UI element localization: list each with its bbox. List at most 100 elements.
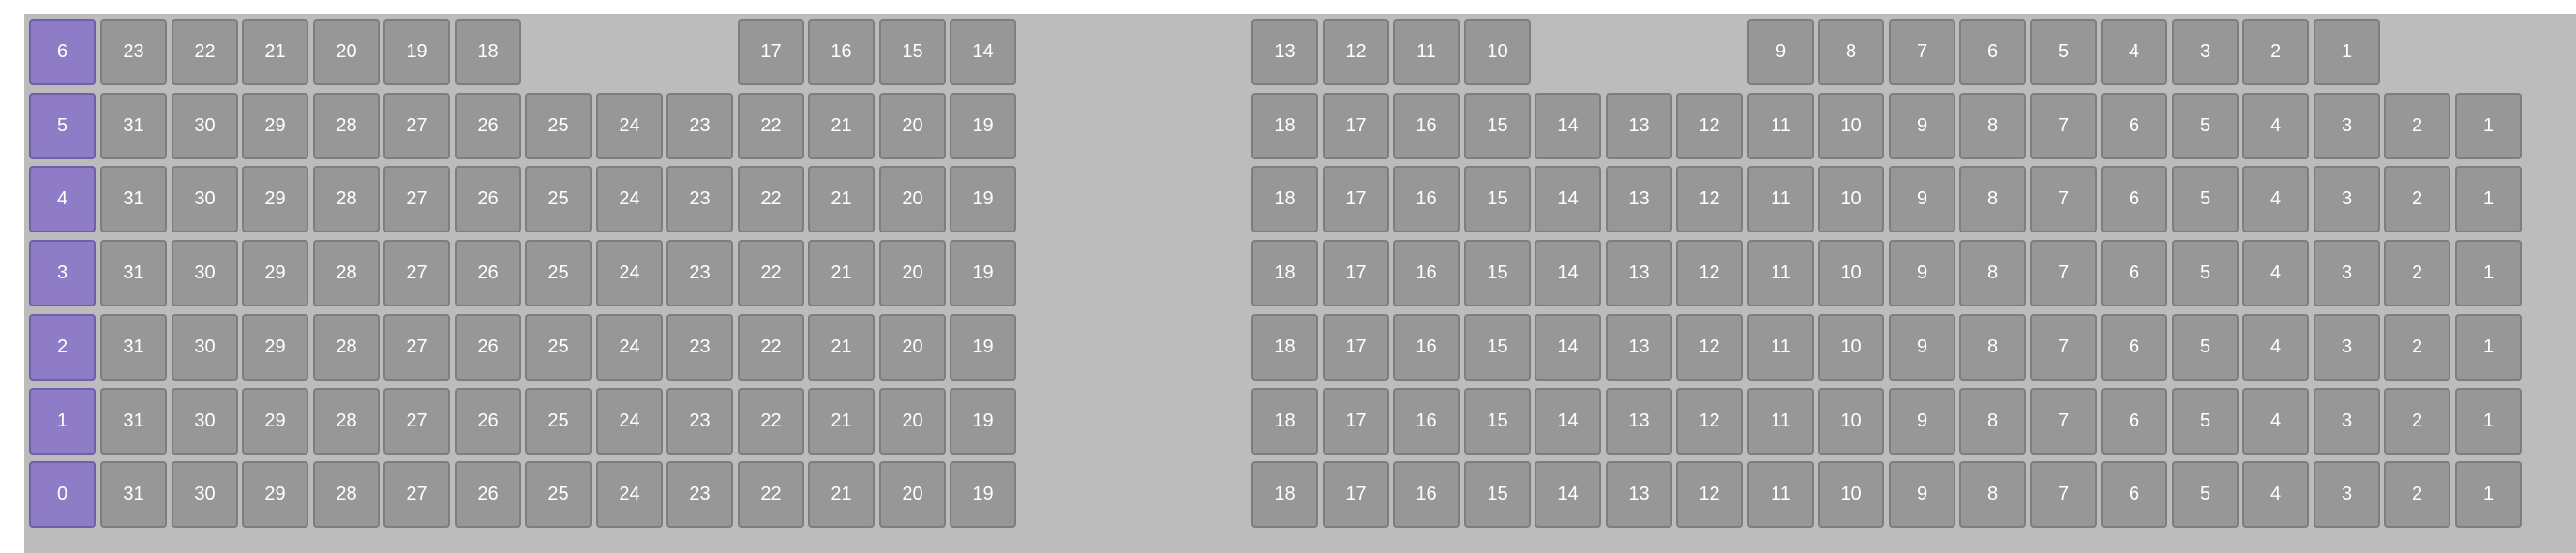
seat-cell[interactable]: 30	[172, 461, 238, 528]
seat-cell[interactable]: 25	[525, 314, 592, 381]
seat-cell[interactable]: 2	[2384, 388, 2450, 455]
seat-cell[interactable]: 8	[1959, 461, 2026, 528]
seat-cell[interactable]: 6	[2101, 240, 2167, 306]
seat-cell[interactable]: 18	[1251, 461, 1318, 528]
seat-cell[interactable]: 1	[2314, 19, 2380, 85]
seat-cell[interactable]: 5	[2030, 19, 2097, 85]
seat-cell[interactable]: 10	[1464, 19, 1531, 85]
seat-cell[interactable]: 19	[950, 93, 1016, 159]
seat-cell[interactable]: 27	[383, 314, 450, 381]
seat-cell[interactable]: 23	[666, 314, 733, 381]
seat-cell[interactable]: 18	[1251, 240, 1318, 306]
seat-cell[interactable]: 20	[879, 166, 946, 232]
seat-cell[interactable]: 14	[950, 19, 1016, 85]
seat-cell[interactable]: 9	[1747, 19, 1814, 85]
row-label-6[interactable]: 6	[29, 19, 96, 85]
seat-cell[interactable]: 13	[1606, 314, 1672, 381]
seat-cell[interactable]: 9	[1889, 388, 1955, 455]
seat-cell[interactable]: 12	[1676, 240, 1743, 306]
seat-cell[interactable]: 29	[242, 240, 308, 306]
seat-cell[interactable]: 2	[2384, 93, 2450, 159]
seat-cell[interactable]: 30	[172, 388, 238, 455]
seat-cell[interactable]: 13	[1251, 19, 1318, 85]
seat-cell[interactable]: 9	[1889, 314, 1955, 381]
seat-cell[interactable]: 26	[455, 93, 521, 159]
row-label-5[interactable]: 5	[29, 93, 96, 159]
seat-cell[interactable]: 5	[2172, 388, 2239, 455]
seat-cell[interactable]: 24	[596, 166, 663, 232]
seat-cell[interactable]: 17	[1323, 461, 1389, 528]
seat-cell[interactable]: 22	[738, 388, 804, 455]
seat-cell[interactable]: 25	[525, 93, 592, 159]
seat-cell[interactable]: 17	[1323, 388, 1389, 455]
seat-cell[interactable]: 31	[100, 166, 167, 232]
seat-cell[interactable]: 19	[950, 240, 1016, 306]
seat-cell[interactable]: 22	[738, 461, 804, 528]
seat-cell[interactable]: 7	[2030, 461, 2097, 528]
seat-cell[interactable]: 6	[2101, 461, 2167, 528]
seat-cell[interactable]: 18	[455, 19, 521, 85]
seat-cell[interactable]: 3	[2314, 388, 2380, 455]
seat-cell[interactable]: 1	[2455, 93, 2522, 159]
row-label-0[interactable]: 0	[29, 461, 96, 528]
seat-cell[interactable]: 4	[2101, 19, 2167, 85]
seat-cell[interactable]: 4	[2242, 166, 2309, 232]
seat-cell[interactable]: 4	[2242, 240, 2309, 306]
seat-cell[interactable]: 14	[1535, 240, 1601, 306]
seat-cell[interactable]: 20	[879, 388, 946, 455]
seat-cell[interactable]: 31	[100, 388, 167, 455]
seat-cell[interactable]: 28	[313, 166, 380, 232]
seat-cell[interactable]: 30	[172, 240, 238, 306]
seat-cell[interactable]: 9	[1889, 166, 1955, 232]
seat-cell[interactable]: 2	[2384, 166, 2450, 232]
seat-cell[interactable]: 28	[313, 314, 380, 381]
seat-cell[interactable]: 8	[1959, 166, 2026, 232]
seat-cell[interactable]: 23	[666, 93, 733, 159]
seat-cell[interactable]: 15	[1464, 166, 1531, 232]
seat-cell[interactable]: 4	[2242, 388, 2309, 455]
seat-cell[interactable]: 28	[313, 240, 380, 306]
seat-cell[interactable]: 14	[1535, 314, 1601, 381]
seat-cell[interactable]: 14	[1535, 461, 1601, 528]
seat-cell[interactable]: 23	[666, 388, 733, 455]
seat-cell[interactable]: 26	[455, 166, 521, 232]
seat-cell[interactable]: 30	[172, 314, 238, 381]
seat-cell[interactable]: 5	[2172, 240, 2239, 306]
seat-cell[interactable]: 26	[455, 388, 521, 455]
seat-cell[interactable]: 27	[383, 166, 450, 232]
seat-cell[interactable]: 13	[1606, 240, 1672, 306]
seat-cell[interactable]: 11	[1747, 166, 1814, 232]
seat-cell[interactable]: 21	[242, 19, 308, 85]
seat-cell[interactable]: 18	[1251, 388, 1318, 455]
seat-cell[interactable]: 26	[455, 314, 521, 381]
row-label-3[interactable]: 3	[29, 240, 96, 306]
seat-cell[interactable]: 25	[525, 240, 592, 306]
seat-cell[interactable]: 25	[525, 461, 592, 528]
seat-cell[interactable]: 22	[738, 240, 804, 306]
seat-cell[interactable]: 3	[2314, 461, 2380, 528]
seat-cell[interactable]: 4	[2242, 314, 2309, 381]
seat-cell[interactable]: 9	[1889, 461, 1955, 528]
seat-cell[interactable]: 11	[1747, 240, 1814, 306]
seat-cell[interactable]: 15	[1464, 388, 1531, 455]
seat-cell[interactable]: 3	[2314, 93, 2380, 159]
seat-cell[interactable]: 9	[1889, 240, 1955, 306]
seat-cell[interactable]: 11	[1747, 388, 1814, 455]
seat-cell[interactable]: 27	[383, 461, 450, 528]
seat-cell[interactable]: 1	[2455, 388, 2522, 455]
seat-cell[interactable]: 11	[1747, 314, 1814, 381]
seat-cell[interactable]: 23	[100, 19, 167, 85]
seat-cell[interactable]: 17	[1323, 93, 1389, 159]
seat-cell[interactable]: 10	[1818, 93, 1884, 159]
seat-cell[interactable]: 31	[100, 461, 167, 528]
seat-cell[interactable]: 20	[313, 19, 380, 85]
seat-cell[interactable]: 28	[313, 388, 380, 455]
seat-cell[interactable]: 13	[1606, 461, 1672, 528]
seat-cell[interactable]: 12	[1323, 19, 1389, 85]
seat-cell[interactable]: 8	[1959, 93, 2026, 159]
seat-cell[interactable]: 19	[950, 461, 1016, 528]
seat-cell[interactable]: 1	[2455, 314, 2522, 381]
seat-cell[interactable]: 26	[455, 461, 521, 528]
seat-cell[interactable]: 21	[808, 93, 875, 159]
seat-cell[interactable]: 21	[808, 388, 875, 455]
